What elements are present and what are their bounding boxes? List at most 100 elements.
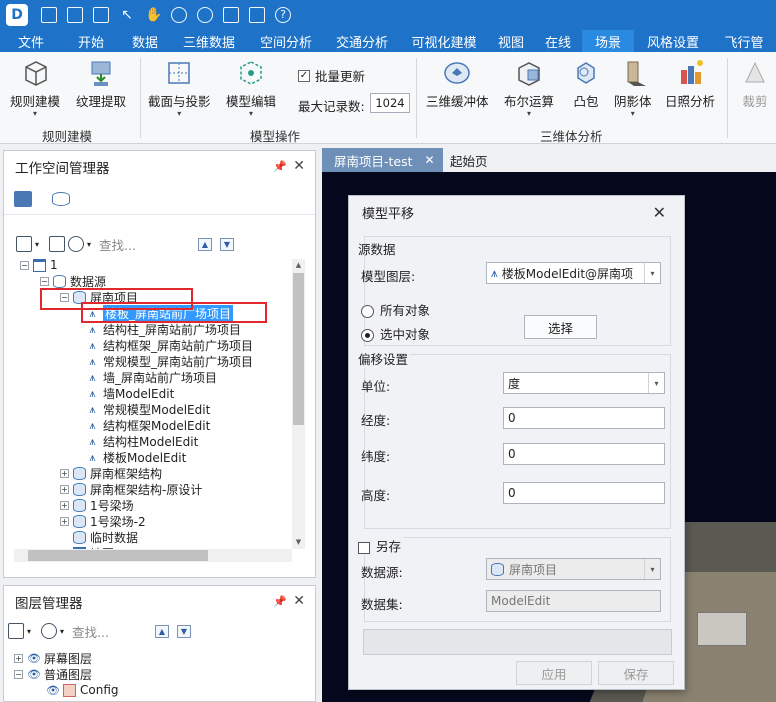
layer-item-screen[interactable]: + 👁 屏幕图层: [10, 650, 289, 666]
move-down-icon[interactable]: ▼: [219, 237, 234, 251]
tab-document-active[interactable]: 屏南项目-test ✕: [322, 148, 443, 172]
layer-item-normal[interactable]: − 👁 普通图层: [10, 666, 289, 682]
tab-file[interactable]: 文件: [0, 30, 62, 52]
tree-item-0[interactable]: ⩚ 楼板_屏南站前广场项目: [16, 304, 289, 322]
max-records-input[interactable]: 1024: [370, 93, 410, 113]
section-projection-button[interactable]: 截面与投影 ▾: [148, 58, 211, 118]
tree-root[interactable]: −1: [16, 257, 289, 273]
folder-icon[interactable]: [249, 7, 265, 23]
tab-view[interactable]: 视图: [488, 30, 534, 52]
height-input[interactable]: 0: [503, 482, 665, 504]
new-icon[interactable]: [49, 236, 66, 252]
tree-item-8[interactable]: ⩚ 结构柱ModelEdit: [16, 433, 289, 449]
boolean-op-button[interactable]: 布尔运算 ▾: [504, 58, 554, 118]
view-options-icon[interactable]: [16, 236, 32, 252]
rule-model-button[interactable]: 规则建模 ▾: [10, 58, 60, 118]
batch-update-checkbox[interactable]: ✓ 批量更新: [298, 66, 365, 85]
tree-item-4[interactable]: ⩚ 墙_屏南站前广场项目: [16, 369, 289, 385]
close-icon[interactable]: ✕: [293, 593, 305, 609]
workspace-tab-icon[interactable]: [14, 190, 32, 207]
tab-start-page[interactable]: 起始页: [450, 148, 488, 172]
eye-icon: 👁: [27, 667, 41, 681]
3d-buffer-button[interactable]: 三维缓冲体: [426, 58, 489, 110]
latitude-input[interactable]: 0: [503, 443, 665, 465]
group-label-rule: 规则建模: [42, 129, 93, 144]
pin-icon[interactable]: 📌: [273, 595, 287, 608]
move-up-icon[interactable]: ▲: [197, 237, 212, 251]
full-extent-icon[interactable]: [223, 7, 239, 23]
workspace-tabs: [4, 183, 315, 215]
pin-icon[interactable]: 📌: [273, 160, 287, 173]
scroll-thumb[interactable]: [293, 273, 304, 425]
tree-source-4[interactable]: 临时数据: [16, 529, 289, 545]
close-icon[interactable]: ✕: [293, 158, 305, 174]
tree-datasources[interactable]: − 数据源: [16, 273, 289, 289]
tab-scene[interactable]: 场景: [582, 30, 634, 52]
tree-source-1[interactable]: + 屏南框架结构-原设计: [16, 481, 289, 497]
expand-icon[interactable]: [67, 7, 83, 23]
model-layer-combo[interactable]: ⩚ 楼板ModelEdit@屏南项 ▾: [486, 262, 661, 284]
tree-item-9[interactable]: ⩚ 楼板ModelEdit: [16, 449, 289, 465]
tree-item-6[interactable]: ⩚ 常规模型ModelEdit: [16, 401, 289, 417]
workspace-hscrollbar[interactable]: [14, 549, 292, 562]
longitude-input[interactable]: 0: [503, 407, 665, 429]
layer-search-input[interactable]: 查找...: [72, 622, 109, 641]
save-as-checkbox[interactable]: 另存: [358, 536, 405, 555]
search-input[interactable]: 查找...: [99, 235, 136, 254]
tab-spatial-analysis[interactable]: 空间分析: [248, 30, 324, 52]
all-objects-radio[interactable]: 所有对象: [361, 300, 430, 319]
tree-item-3[interactable]: ⩚ 常规模型_屏南站前广场项目: [16, 353, 289, 369]
dataset-input[interactable]: ModelEdit: [486, 590, 661, 612]
model-edit-icon: [236, 58, 266, 88]
tab-traffic-analysis[interactable]: 交通分析: [324, 30, 400, 52]
zoom-out-icon[interactable]: [197, 7, 213, 23]
tab-3d-data[interactable]: 三维数据: [170, 30, 248, 52]
unit-label: 单位:: [361, 379, 391, 394]
move-down-icon[interactable]: ▼: [176, 624, 191, 638]
tab-style-settings[interactable]: 风格设置: [634, 30, 712, 52]
tree-item-5[interactable]: ⩚ 墙ModelEdit: [16, 385, 289, 401]
cube-icon: [20, 58, 50, 88]
model-edit-button[interactable]: 模型编辑 ▾: [226, 58, 276, 118]
select-button[interactable]: 选择: [524, 315, 597, 339]
tree-item-7[interactable]: ⩚ 结构框架ModelEdit: [16, 417, 289, 433]
datasource-combo[interactable]: 屏南项目 ▾: [486, 558, 661, 580]
help-icon[interactable]: ?: [275, 7, 291, 23]
tab-data[interactable]: 数据: [120, 30, 170, 52]
tree-item-2[interactable]: ⩚ 结构框架_屏南站前广场项目: [16, 337, 289, 353]
tab-flight[interactable]: 飞行管: [712, 30, 776, 52]
tree-project[interactable]: − 屏南项目: [16, 289, 289, 305]
collapse-icon[interactable]: [93, 7, 109, 23]
move-up-icon[interactable]: ▲: [154, 624, 169, 638]
eye-icon: 👁: [46, 683, 60, 697]
close-icon[interactable]: ✕: [425, 153, 435, 167]
search-icon[interactable]: [68, 236, 85, 252]
tree-item-1[interactable]: ⩚ 结构柱_屏南站前广场项目: [16, 321, 289, 337]
zoom-in-icon[interactable]: [171, 7, 187, 23]
apply-button[interactable]: 应用: [516, 661, 592, 685]
texture-extract-button[interactable]: 纹理提取: [76, 58, 126, 110]
tab-online[interactable]: 在线: [534, 30, 582, 52]
add-layer-icon[interactable]: [8, 623, 24, 639]
save-icon[interactable]: [41, 7, 57, 23]
unit-combo[interactable]: 度 ▾: [503, 372, 665, 394]
convex-hull-button[interactable]: 凸包: [571, 58, 601, 110]
layer-item-config[interactable]: 👁 Config: [10, 682, 289, 698]
pan-hand-icon[interactable]: ✋: [145, 7, 162, 23]
tree-source-0[interactable]: + 屏南框架结构: [16, 465, 289, 481]
search-icon[interactable]: [41, 623, 58, 639]
datasource-tab-icon[interactable]: [52, 191, 70, 206]
tree-source-2[interactable]: +1号梁场: [16, 497, 289, 513]
selected-objects-radio[interactable]: 选中对象: [361, 324, 430, 343]
save-button[interactable]: 保存: [598, 661, 674, 685]
pointer-icon[interactable]: ↖: [119, 7, 135, 23]
chevron-down-icon: ▾: [644, 559, 660, 579]
tree-source-3[interactable]: +1号梁场-2: [16, 513, 289, 529]
tab-start[interactable]: 开始: [62, 30, 120, 52]
close-icon[interactable]: ✕: [653, 203, 666, 222]
clip-button[interactable]: 裁剪: [740, 58, 770, 110]
shadow-volume-button[interactable]: 阴影体 ▾: [614, 58, 652, 118]
tab-visual-modeling[interactable]: 可视化建模: [400, 30, 488, 52]
workspace-scrollbar[interactable]: ▲ ▼: [292, 259, 305, 549]
sunlight-analysis-button[interactable]: 日照分析: [665, 58, 715, 110]
